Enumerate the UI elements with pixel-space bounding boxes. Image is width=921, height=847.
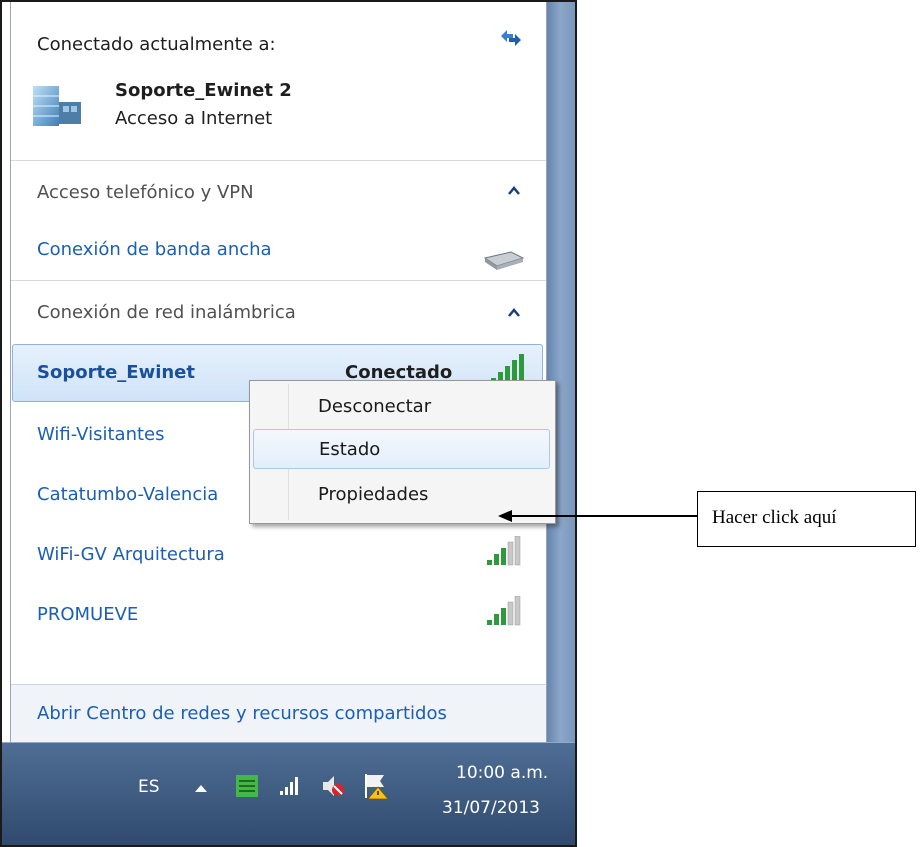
menu-item-status[interactable]: Estado (253, 429, 550, 469)
current-network-name: Soporte_Ewinet 2 (115, 80, 292, 101)
network-tray-icon[interactable] (234, 773, 260, 799)
window-frame-edge (545, 2, 575, 742)
clock-time[interactable]: 10:00 a.m. (456, 763, 548, 783)
modem-icon (483, 251, 525, 270)
dialup-section-title: Acceso telefónico y VPN (37, 182, 254, 203)
network-name[interactable]: Soporte_Ewinet (37, 362, 195, 383)
network-flyout-screenshot: Conectado actualmente a: Soporte_Ewinet … (0, 0, 577, 847)
taskbar: ES 10:00 a.m. 31/07/2013 (2, 742, 575, 845)
separator (11, 160, 546, 161)
chevron-up-icon[interactable] (507, 306, 521, 320)
network-name[interactable]: Wifi-Visitantes (37, 424, 165, 445)
annotation-callout: Hacer click aquí (697, 491, 916, 547)
network-sharing-center-link[interactable]: Abrir Centro de redes y recursos compart… (37, 703, 447, 724)
action-center-flag-icon[interactable] (362, 771, 390, 801)
network-name[interactable]: Catatumbo-Valencia (37, 484, 218, 505)
broadband-connection-link[interactable]: Conexión de banda ancha (37, 239, 272, 260)
clock-date[interactable]: 31/07/2013 (442, 798, 540, 818)
network-name[interactable]: WiFi-GV Arquitectura (37, 544, 225, 565)
connected-to-title: Conectado actualmente a: (37, 34, 276, 55)
network-panel: Conectado actualmente a: Soporte_Ewinet … (10, 2, 547, 743)
footer-bar: Abrir Centro de redes y recursos compart… (11, 684, 546, 743)
chevron-up-icon[interactable] (507, 184, 521, 198)
annotation-arrow (498, 510, 698, 522)
refresh-icon[interactable] (497, 26, 523, 48)
network-flyout: Conectado actualmente a: Soporte_Ewinet … (2, 2, 575, 743)
context-menu: Desconectar Estado Propiedades (249, 380, 556, 524)
annotation-label: Hacer click aquí (712, 507, 837, 528)
volume-muted-icon[interactable] (320, 773, 346, 799)
current-network-status: Acceso a Internet (115, 108, 273, 129)
network-building-icon (33, 86, 81, 126)
signal-bars-icon (487, 596, 521, 626)
menu-item-disconnect[interactable]: Desconectar (253, 387, 550, 427)
wireless-section-title: Conexión de red inalámbrica (37, 302, 296, 323)
network-name[interactable]: PROMUEVE (37, 604, 138, 625)
arrow-up-icon[interactable] (194, 783, 208, 793)
signal-bars-icon (487, 536, 521, 566)
separator (11, 280, 546, 281)
signal-bars-icon[interactable] (278, 775, 302, 797)
language-indicator[interactable]: ES (138, 777, 160, 797)
